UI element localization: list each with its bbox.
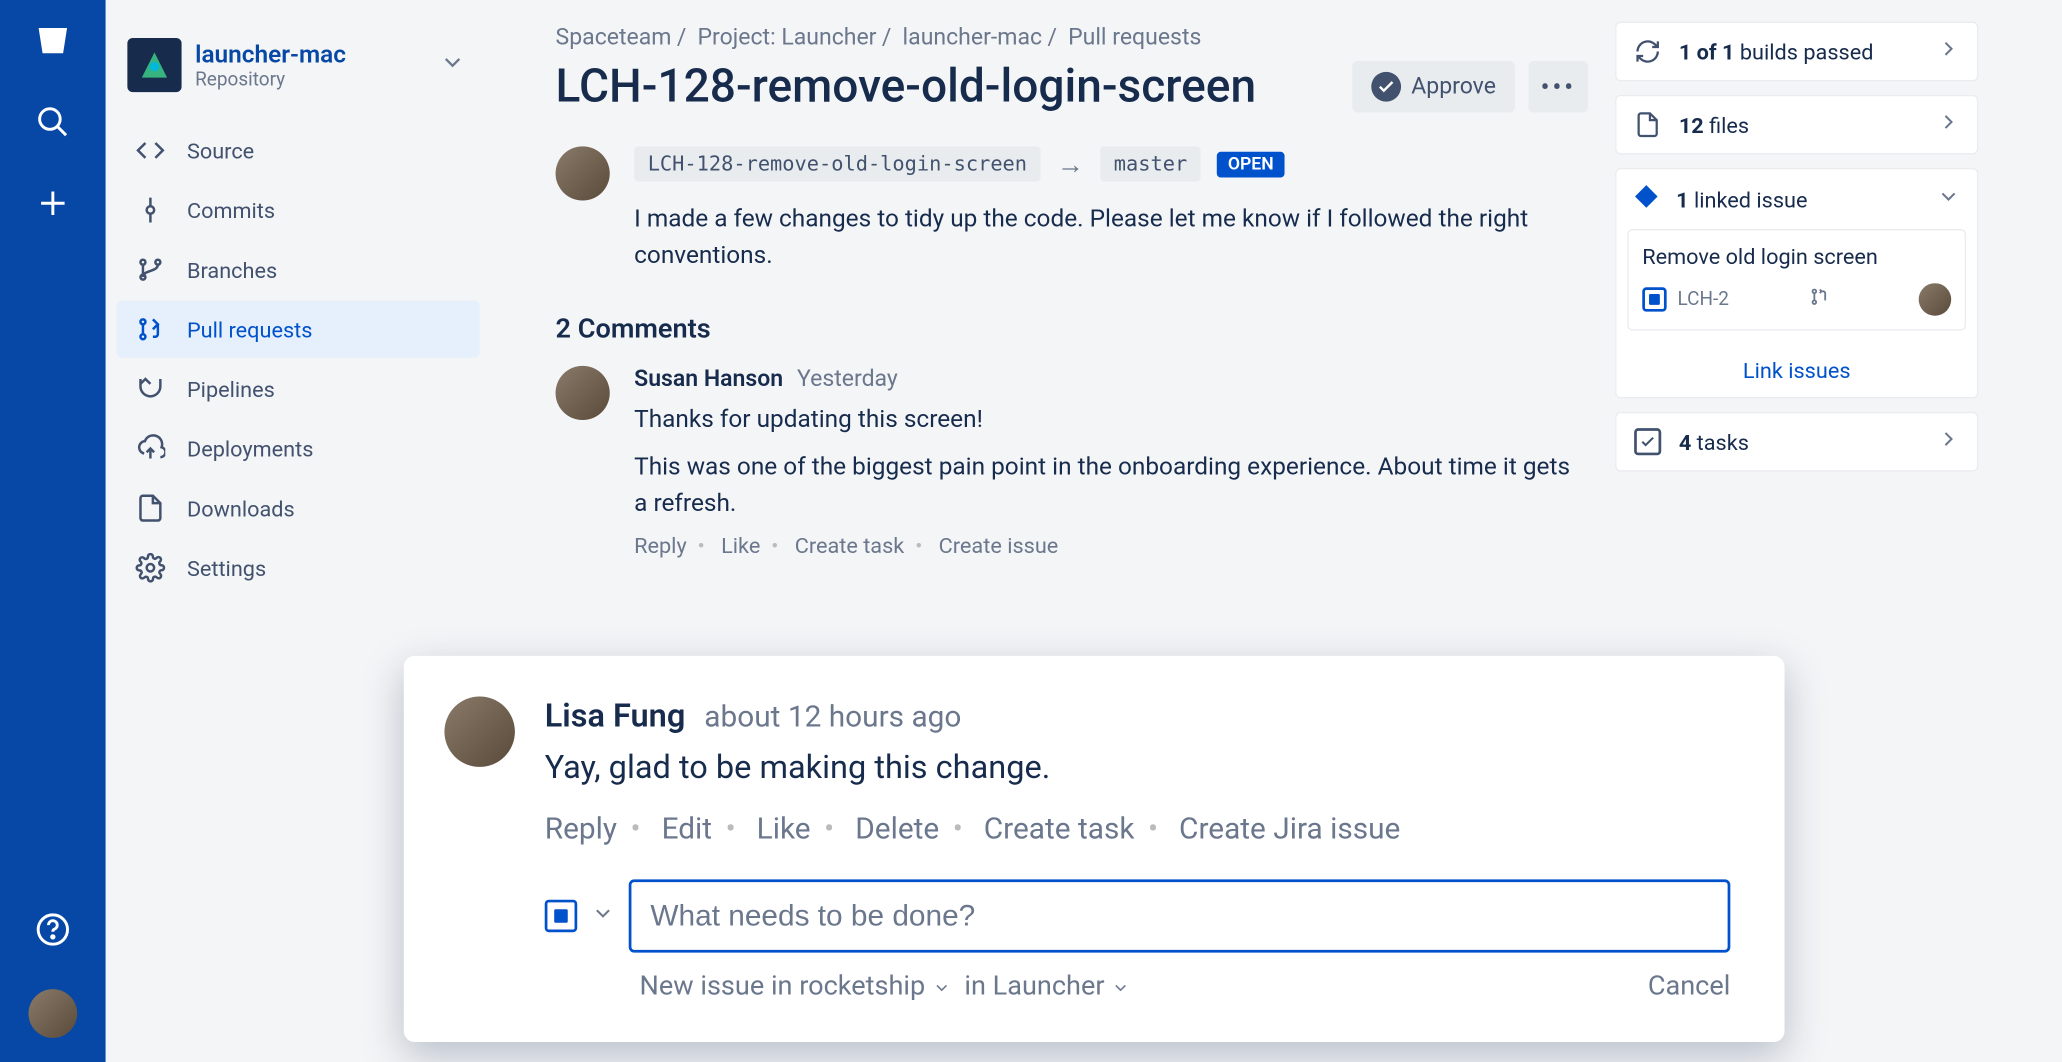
sidebar-item-label: Pipelines	[187, 376, 275, 402]
comment-avatar	[556, 366, 610, 420]
chevron-down-icon	[1936, 184, 1960, 214]
comments-heading: 2 Comments	[556, 312, 1589, 345]
breadcrumb-item[interactable]: Project: Launcher	[698, 24, 877, 51]
sidebar-item-pipelines[interactable]: Pipelines	[117, 360, 480, 417]
create-jira-issue-link[interactable]: Create Jira issue	[1179, 813, 1400, 847]
like-link[interactable]: Like	[721, 533, 760, 559]
source-branch[interactable]: LCH-128-remove-old-login-screen	[634, 146, 1040, 181]
linked-issue-item[interactable]: Remove old login screen LCH-2	[1627, 229, 1966, 331]
create-task-link[interactable]: Create task	[984, 813, 1135, 847]
linked-count: 1	[1676, 186, 1688, 212]
issue-summary-input[interactable]	[629, 879, 1731, 952]
sidebar-item-label: Branches	[187, 257, 277, 283]
assignee-avatar	[1919, 283, 1952, 316]
comment-author[interactable]: Lisa Fung	[545, 696, 686, 734]
comment-body: Thanks for updating this screen!	[634, 401, 1588, 438]
link-issues-button[interactable]: Link issues	[1617, 344, 1977, 397]
comment-body: This was one of the biggest pain point i…	[634, 449, 1588, 522]
sidebar-item-downloads[interactable]: Downloads	[117, 480, 480, 537]
jira-icon	[1633, 183, 1660, 216]
chevron-down-icon[interactable]	[591, 901, 615, 931]
breadcrumb-item[interactable]: Pull requests	[1068, 24, 1201, 51]
target-branch[interactable]: master	[1100, 146, 1201, 181]
sidebar-item-pull-requests[interactable]: Pull requests	[117, 301, 480, 358]
create-issue-link[interactable]: Create issue	[939, 533, 1059, 559]
search-icon[interactable]	[31, 100, 74, 143]
sidebar-item-label: Commits	[187, 197, 275, 223]
project-picker[interactable]: New issue in rocketship	[640, 969, 951, 1002]
sidebar-item-source[interactable]: Source	[117, 122, 480, 179]
linked-issue-header[interactable]: 1 linked issue	[1617, 169, 1977, 229]
builds-card[interactable]: 1 of 1 builds passed	[1615, 22, 1978, 82]
chevron-right-icon	[1936, 37, 1960, 67]
refresh-icon	[1633, 37, 1663, 67]
like-link[interactable]: Like	[757, 813, 811, 847]
sidebar-item-label: Pull requests	[187, 316, 312, 342]
sidebar-item-label: Source	[187, 138, 254, 164]
linked-issue-title: Remove old login screen	[1642, 244, 1951, 270]
bitbucket-logo-icon[interactable]	[31, 19, 74, 62]
chevron-right-icon	[1936, 110, 1960, 140]
comment: Susan Hanson Yesterday Thanks for updati…	[556, 366, 1589, 558]
page-title: LCH-128-remove-old-login-screen	[556, 60, 1257, 114]
tasks-icon	[1633, 427, 1663, 457]
repo-type-label: Repository	[195, 68, 346, 90]
file-icon	[1633, 110, 1663, 140]
chevron-down-icon	[439, 49, 466, 82]
reply-link[interactable]: Reply	[545, 813, 617, 847]
sidebar-item-label: Downloads	[187, 495, 295, 521]
profile-avatar[interactable]	[28, 989, 77, 1038]
sidebar-item-label: Settings	[187, 555, 266, 581]
sidebar-item-deployments[interactable]: Deployments	[117, 420, 480, 477]
create-issue-popover: Lisa Fung about 12 hours ago Yay, glad t…	[404, 656, 1785, 1042]
breadcrumb-item[interactable]: launcher-mac	[903, 24, 1042, 51]
sidebar-item-commits[interactable]: Commits	[117, 182, 480, 239]
repo-logo-icon	[127, 38, 181, 92]
tasks-card[interactable]: 4 tasks	[1615, 412, 1978, 472]
reply-link[interactable]: Reply	[634, 533, 687, 559]
delete-link[interactable]: Delete	[855, 813, 939, 847]
create-task-link[interactable]: Create task	[795, 533, 905, 559]
sidebar-item-settings[interactable]: Settings	[117, 539, 480, 596]
breadcrumb-item[interactable]: Spaceteam	[556, 24, 672, 51]
comment-time: about 12 hours ago	[704, 701, 961, 735]
files-card[interactable]: 12 files	[1615, 95, 1978, 155]
chevron-right-icon	[1936, 427, 1960, 457]
repo-name: launcher-mac	[195, 40, 346, 68]
issue-type-icon[interactable]	[545, 900, 578, 933]
arrow-right-icon: →	[1057, 147, 1084, 181]
plus-icon[interactable]	[31, 182, 74, 225]
pull-request-icon	[1809, 286, 1831, 313]
help-icon[interactable]	[31, 908, 74, 951]
sidebar-item-label: Deployments	[187, 436, 313, 462]
builds-count: 1 of 1	[1679, 39, 1735, 65]
breadcrumb: Spaceteam/ Project: Launcher/ launcher-m…	[556, 24, 1589, 51]
status-badge: OPEN	[1217, 151, 1285, 177]
repo-switcher[interactable]: launcher-mac Repository	[117, 22, 480, 120]
edit-link[interactable]: Edit	[662, 813, 712, 847]
approve-label: Approve	[1411, 73, 1496, 100]
author-avatar	[556, 146, 610, 200]
files-count: 12	[1679, 112, 1704, 138]
approve-button[interactable]: Approve	[1352, 61, 1515, 112]
check-circle-icon	[1371, 72, 1401, 102]
linked-issue-key: LCH-2	[1677, 289, 1728, 311]
comment-time: Yesterday	[797, 366, 898, 393]
comment-body: Yay, glad to be making this change.	[545, 748, 1731, 786]
board-picker[interactable]: in Launcher	[964, 969, 1130, 1002]
more-button[interactable]: •••	[1528, 61, 1588, 112]
comment-avatar	[444, 696, 514, 766]
comment-author[interactable]: Susan Hanson	[634, 366, 783, 393]
cancel-button[interactable]: Cancel	[1648, 969, 1731, 1002]
linked-label: linked issue	[1689, 186, 1808, 212]
pr-description: I made a few changes to tidy up the code…	[634, 201, 1588, 274]
files-label: files	[1704, 112, 1749, 138]
tasks-label: tasks	[1691, 429, 1749, 455]
sidebar-item-branches[interactable]: Branches	[117, 241, 480, 298]
builds-label: builds passed	[1735, 39, 1874, 65]
tasks-count: 4	[1679, 429, 1691, 455]
issue-type-icon	[1642, 287, 1666, 311]
